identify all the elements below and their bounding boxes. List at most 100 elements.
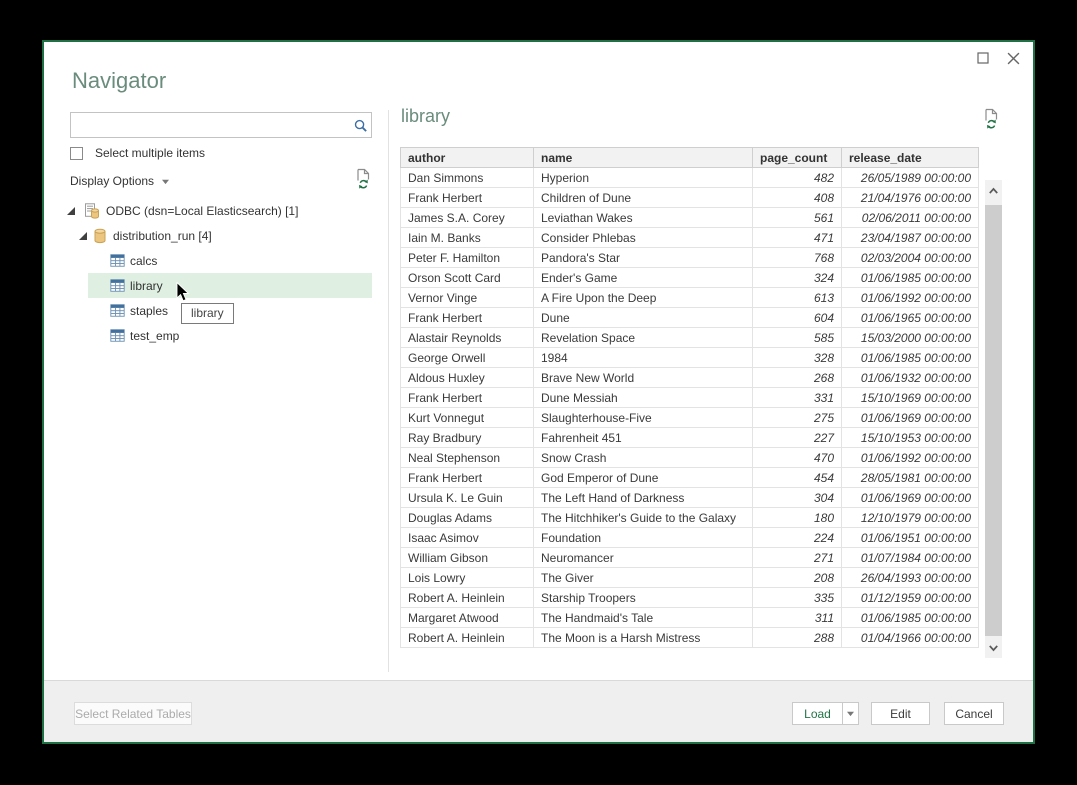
cell-name: Hyperion [534,168,753,188]
scroll-up-button[interactable] [985,182,1002,199]
panel-divider [388,110,389,672]
cell-name: Pandora's Star [534,248,753,268]
cell-name: The Hitchhiker's Guide to the Galaxy [534,508,753,528]
table-row: Peter F. HamiltonPandora's Star76802/03/… [401,248,979,268]
display-options-dropdown[interactable]: Display Options [70,174,154,188]
cell-release_date: 01/06/1992 00:00:00 [842,448,979,468]
cell-release_date: 23/04/1987 00:00:00 [842,228,979,248]
cell-page_count: 331 [753,388,842,408]
select-multiple-label: Select multiple items [95,146,205,160]
cell-page_count: 604 [753,308,842,328]
select-related-tables-button[interactable]: Select Related Tables [74,702,192,725]
select-multiple-row: Select multiple items [70,146,205,160]
cell-release_date: 26/05/1989 00:00:00 [842,168,979,188]
cell-page_count: 275 [753,408,842,428]
preview-title: library [401,106,450,127]
cell-name: Slaughterhouse-Five [534,408,753,428]
cell-release_date: 01/06/1932 00:00:00 [842,368,979,388]
tree-node-label: test_emp [130,329,179,343]
table-header-row: author name page_count release_date [401,148,979,168]
table-row: Robert A. HeinleinThe Moon is a Harsh Mi… [401,628,979,648]
cell-name: Starship Troopers [534,588,753,608]
cell-release_date: 01/06/1985 00:00:00 [842,268,979,288]
search-input[interactable] [71,114,349,136]
expand-collapse-icon[interactable] [66,206,76,216]
refresh-icon [982,108,1000,129]
cell-author: Frank Herbert [401,468,534,488]
table-icon [110,254,125,267]
tree-node-table-test-emp[interactable]: test_emp [88,323,372,348]
edit-button[interactable]: Edit [871,702,930,725]
refresh-preview-button[interactable] [982,108,1000,134]
cell-name: Snow Crash [534,448,753,468]
preview-table-container: author name page_count release_date Dan … [400,147,979,648]
search-box[interactable] [70,112,372,138]
cell-page_count: 328 [753,348,842,368]
tooltip: library [181,303,234,324]
scrollbar-thumb[interactable] [985,205,1002,636]
table-row: William GibsonNeuromancer27101/07/1984 0… [401,548,979,568]
cell-page_count: 304 [753,488,842,508]
navigator-dialog: Navigator Select multiple items Display … [42,40,1035,744]
chevron-down-icon [846,710,855,717]
cell-name: The Left Hand of Darkness [534,488,753,508]
cell-name: 1984 [534,348,753,368]
scroll-down-button[interactable] [985,639,1002,656]
column-header-author: author [401,148,534,168]
table-row: Iain M. BanksConsider Phlebas47123/04/19… [401,228,979,248]
chevron-down-icon [986,641,1001,655]
close-button[interactable] [1002,48,1024,68]
cell-release_date: 01/12/1959 00:00:00 [842,588,979,608]
load-button[interactable]: Load [792,702,842,725]
cell-author: Aldous Huxley [401,368,534,388]
table-row: George Orwell198432801/06/1985 00:00:00 [401,348,979,368]
cell-page_count: 408 [753,188,842,208]
cell-release_date: 28/05/1981 00:00:00 [842,468,979,488]
table-row: Neal StephensonSnow Crash47001/06/1992 0… [401,448,979,468]
select-multiple-checkbox[interactable] [70,147,83,160]
cell-author: Margaret Atwood [401,608,534,628]
expand-collapse-icon[interactable] [78,231,88,241]
cell-release_date: 01/06/1969 00:00:00 [842,488,979,508]
cell-author: Neal Stephenson [401,448,534,468]
cell-name: Dune [534,308,753,328]
maximize-icon [977,52,989,64]
cell-page_count: 613 [753,288,842,308]
cancel-button[interactable]: Cancel [944,702,1004,725]
tree-node-table-library[interactable]: library [88,273,372,298]
tree-node-label: library [130,279,163,293]
tree-node-table-calcs[interactable]: calcs [88,248,372,273]
load-options-dropdown[interactable] [842,702,859,725]
cell-author: James S.A. Corey [401,208,534,228]
cell-name: The Moon is a Harsh Mistress [534,628,753,648]
cell-author: William Gibson [401,548,534,568]
preview-scrollbar[interactable] [985,180,1002,658]
cell-page_count: 227 [753,428,842,448]
table-icon [110,304,125,317]
chevron-down-icon[interactable] [161,172,170,190]
cell-name: God Emperor of Dune [534,468,753,488]
cell-author: Ursula K. Le Guin [401,488,534,508]
cell-page_count: 561 [753,208,842,228]
table-row: Isaac AsimovFoundation22401/06/1951 00:0… [401,528,979,548]
database-icon [92,228,108,244]
table-row: Kurt VonnegutSlaughterhouse-Five27501/06… [401,408,979,428]
tree-node-database[interactable]: distribution_run [4] [44,223,388,248]
search-icon[interactable] [349,118,371,133]
cell-name: Consider Phlebas [534,228,753,248]
cell-release_date: 01/06/1992 00:00:00 [842,288,979,308]
cell-author: Iain M. Banks [401,228,534,248]
refresh-tree-button[interactable] [354,168,372,194]
cell-author: Frank Herbert [401,308,534,328]
chevron-up-icon [986,184,1001,198]
cell-name: Brave New World [534,368,753,388]
load-split-button: Load [792,702,859,725]
cell-page_count: 768 [753,248,842,268]
table-row: Margaret AtwoodThe Handmaid's Tale31101/… [401,608,979,628]
maximize-button[interactable] [972,48,994,68]
cell-name: Ender's Game [534,268,753,288]
table-row: Lois LowryThe Giver20826/04/1993 00:00:0… [401,568,979,588]
cell-page_count: 324 [753,268,842,288]
cell-author: Lois Lowry [401,568,534,588]
tree-node-odbc-source[interactable]: ODBC (dsn=Local Elasticsearch) [1] [44,198,388,223]
